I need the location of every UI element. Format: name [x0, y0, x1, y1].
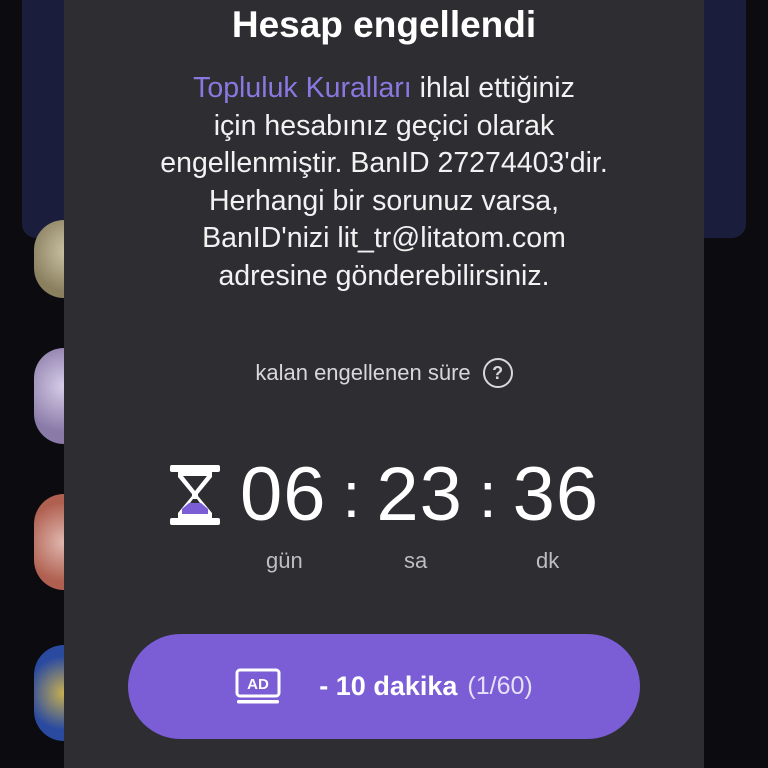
message-text: için hesabınız geçici olarak — [213, 109, 555, 142]
hours-unit: sa — [404, 548, 428, 573]
message-text: adresine gönderebilirsiniz. — [218, 259, 550, 292]
remaining-time-row: kalan engellenen süre ? — [64, 358, 704, 388]
days-unit: gün — [266, 548, 303, 573]
days-value: 06 — [240, 452, 327, 537]
ad-screen-icon: AD — [235, 668, 281, 703]
message-text: Herhangi bir sorunuz varsa, — [208, 184, 560, 217]
ban-message: Topluluk Kuralları ihlal ettiğiniz için … — [104, 70, 664, 295]
remaining-time-label: kalan engellenen süre — [255, 360, 471, 385]
timer-separator: : — [478, 459, 497, 531]
timer-separator: : — [342, 459, 361, 531]
community-guidelines-link[interactable]: Topluluk Kuralları — [193, 72, 412, 104]
dialog-title: Hesap engellendi — [231, 4, 537, 45]
hourglass-icon — [170, 465, 220, 525]
ad-remaining-count: (1/60) — [467, 672, 533, 700]
hours-value: 23 — [376, 452, 463, 537]
question-circle-icon[interactable]: ? — [482, 358, 513, 388]
minutes-value: 36 — [512, 452, 600, 537]
minutes-unit: dk — [536, 548, 560, 573]
ad-icon-text: AD — [247, 676, 269, 693]
message-text: ihlal ettiğiniz — [411, 72, 575, 104]
message-text: BanID'nizi lit_tr@litatom.com — [202, 222, 566, 254]
message-text: engellenmiştir. BanID 27274403'dir. — [160, 147, 608, 179]
ban-countdown: 06 : 23 : 36 — [168, 452, 599, 538]
ad-button-label: - 10 dakika — [319, 671, 458, 701]
watch-ad-reduce-time-button[interactable]: AD - 10 dakika (1/60) — [128, 634, 640, 739]
account-banned-dialog: Hesap engellendi Topluluk Kuralları ihla… — [64, 0, 704, 768]
